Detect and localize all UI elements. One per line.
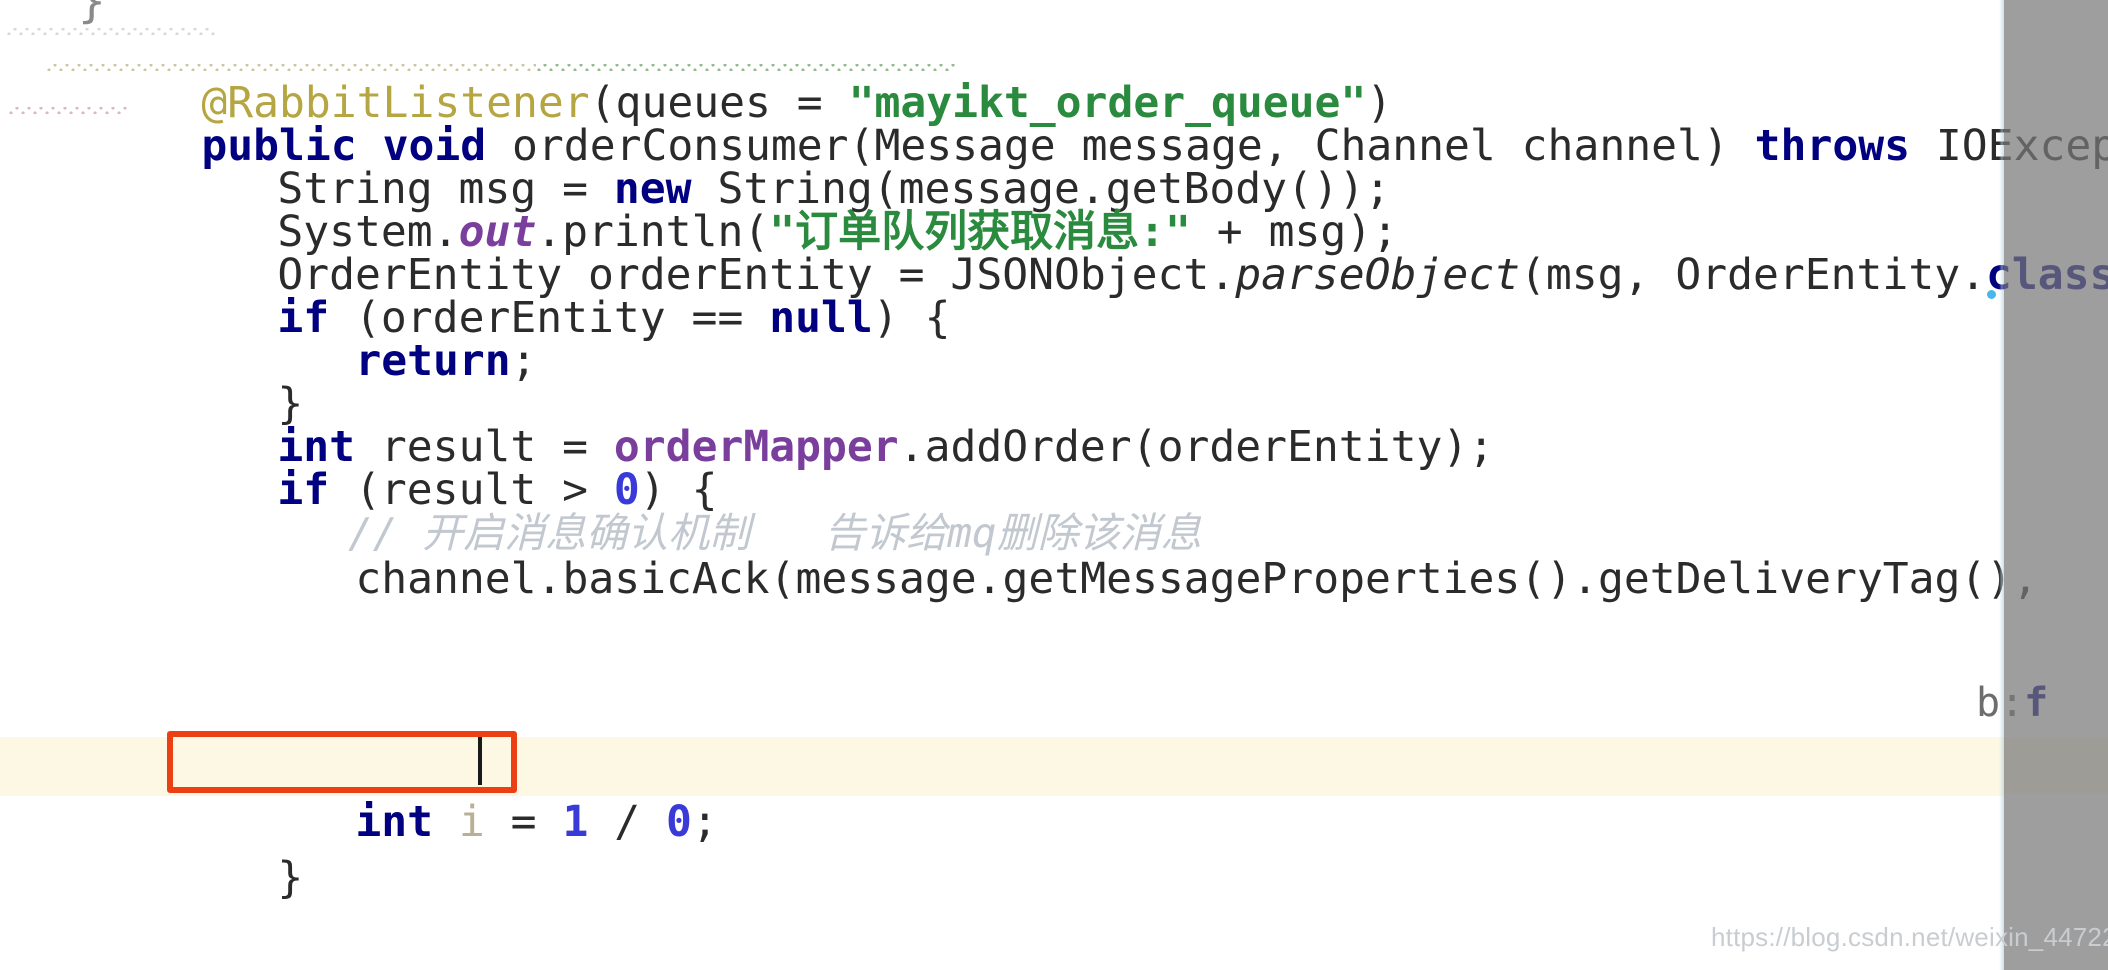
code-editor[interactable]: } @RabbitListener(queues = "mayikt_order…	[0, 0, 2108, 970]
code-line-divide-by-zero[interactable]: int i = 1 / 0;	[0, 735, 2108, 847]
token-close-brace-2: }	[277, 853, 304, 903]
right-overlay-panel[interactable]	[2004, 0, 2108, 970]
text-caret	[478, 737, 482, 785]
watermark-url: https://blog.csdn.net/weixin_44722978	[1711, 922, 2108, 952]
screenshot-root: } @RabbitListener(queues = "mayikt_order…	[0, 0, 2108, 970]
token-basic-ack-call: channel.basicAck(message.getMessagePrope…	[355, 554, 2039, 604]
code-line-close-if-result[interactable]: }	[0, 791, 2108, 903]
code-line-basic-ack[interactable]: channel.basicAck(message.getMessagePrope…	[0, 492, 2108, 604]
breakpoint-marker-dot	[1987, 290, 1996, 299]
